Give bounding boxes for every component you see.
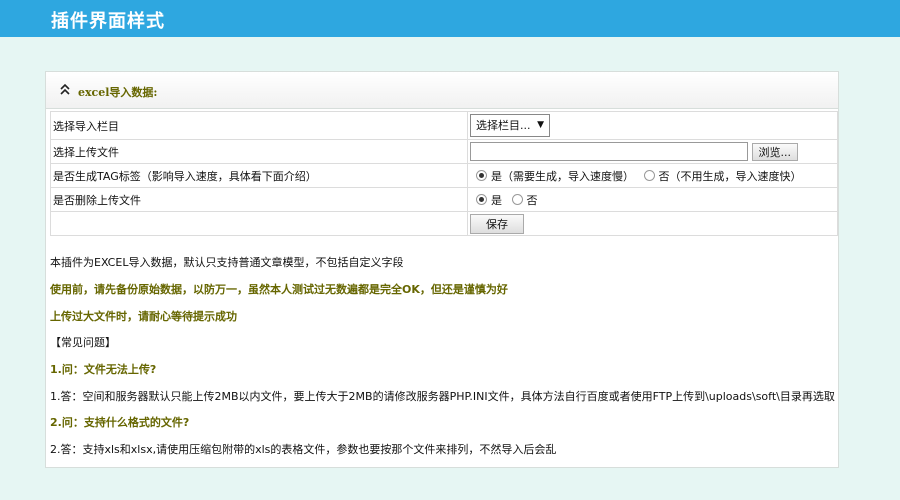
top-bar: 插件界面样式 bbox=[0, 0, 900, 37]
empty-cell bbox=[50, 211, 468, 236]
delete-no-radio[interactable] bbox=[511, 194, 523, 205]
import-panel: excel导入数据: 选择导入栏目 选择栏目... ▼ 选择上传文件 浏览...… bbox=[45, 71, 839, 468]
browse-button[interactable]: 浏览... bbox=[751, 142, 798, 161]
column-select[interactable]: 选择栏目... ▼ bbox=[470, 114, 550, 137]
delete-label: 是否删除上传文件 bbox=[50, 187, 468, 212]
faq-answer-1: 1.答：空间和服务器默认只能上传2MB以内文件，要上传大于2MB的请修改服务器P… bbox=[50, 390, 835, 403]
tag-label: 是否生成TAG标签（影响导入速度，具体看下面介绍） bbox=[50, 163, 468, 188]
delete-cell: 是 否 bbox=[467, 187, 838, 212]
delete-yes-radio[interactable] bbox=[476, 194, 487, 205]
faq-question-2: 2.问：支持什么格式的文件? bbox=[50, 416, 190, 429]
tag-no-radio[interactable] bbox=[643, 170, 655, 181]
column-select-value: 选择栏目... bbox=[476, 119, 531, 132]
panel-title: excel导入数据: bbox=[78, 86, 158, 99]
column-cell: 选择栏目... ▼ bbox=[467, 111, 838, 140]
faq-question-1: 1.问：文件无法上传? bbox=[50, 363, 157, 376]
info-line-1: 本插件为EXCEL导入数据，默认只支持普通文章模型，不包括自定义字段 bbox=[50, 256, 404, 269]
tag-yes-label: 是（需要生成，导入速度慢） bbox=[491, 169, 634, 183]
form-row-tag: 是否生成TAG标签（影响导入速度，具体看下面介绍） 是（需要生成，导入速度慢） … bbox=[50, 163, 838, 188]
delete-yes-label: 是 bbox=[491, 193, 502, 207]
tag-yes-radio[interactable] bbox=[476, 170, 487, 181]
form-row-upload: 选择上传文件 浏览... bbox=[50, 139, 838, 164]
page-title: 插件界面样式 bbox=[51, 11, 165, 32]
info-line-2: 使用前，请先备份原始数据，以防万一，虽然本人测试过无数遍都是完全OK，但还是谨慎… bbox=[50, 283, 508, 296]
dropdown-arrow-icon: ▼ bbox=[537, 120, 544, 130]
file-path-input[interactable] bbox=[470, 142, 748, 161]
save-button[interactable]: 保存 bbox=[470, 213, 524, 234]
column-label: 选择导入栏目 bbox=[50, 111, 468, 140]
upload-label: 选择上传文件 bbox=[50, 139, 468, 164]
form-row-save: 保存 bbox=[50, 211, 838, 236]
tag-cell: 是（需要生成，导入速度慢） 否（不用生成，导入速度快） bbox=[467, 163, 838, 188]
import-form: 选择导入栏目 选择栏目... ▼ 选择上传文件 浏览... 是否生成TAG标签（… bbox=[50, 111, 838, 236]
info-line-3: 上传过大文件时，请耐心等待提示成功 bbox=[50, 310, 237, 323]
save-cell: 保存 bbox=[467, 211, 838, 236]
panel-header: excel导入数据: bbox=[46, 72, 838, 109]
tag-no-label: 否（不用生成，导入速度快） bbox=[658, 169, 802, 183]
faq-answer-2: 2.答：支持xls和xlsx,请使用压缩包附带的xls的表格文件，参数也要按那个… bbox=[50, 443, 557, 456]
form-row-column: 选择导入栏目 选择栏目... ▼ bbox=[50, 111, 838, 140]
upload-cell: 浏览... bbox=[467, 139, 838, 164]
faq-title: 【常见问题】 bbox=[50, 336, 116, 349]
delete-no-label: 否 bbox=[526, 193, 538, 207]
form-row-delete: 是否删除上传文件 是 否 bbox=[50, 187, 838, 212]
double-chevron-up-icon[interactable] bbox=[60, 82, 70, 96]
